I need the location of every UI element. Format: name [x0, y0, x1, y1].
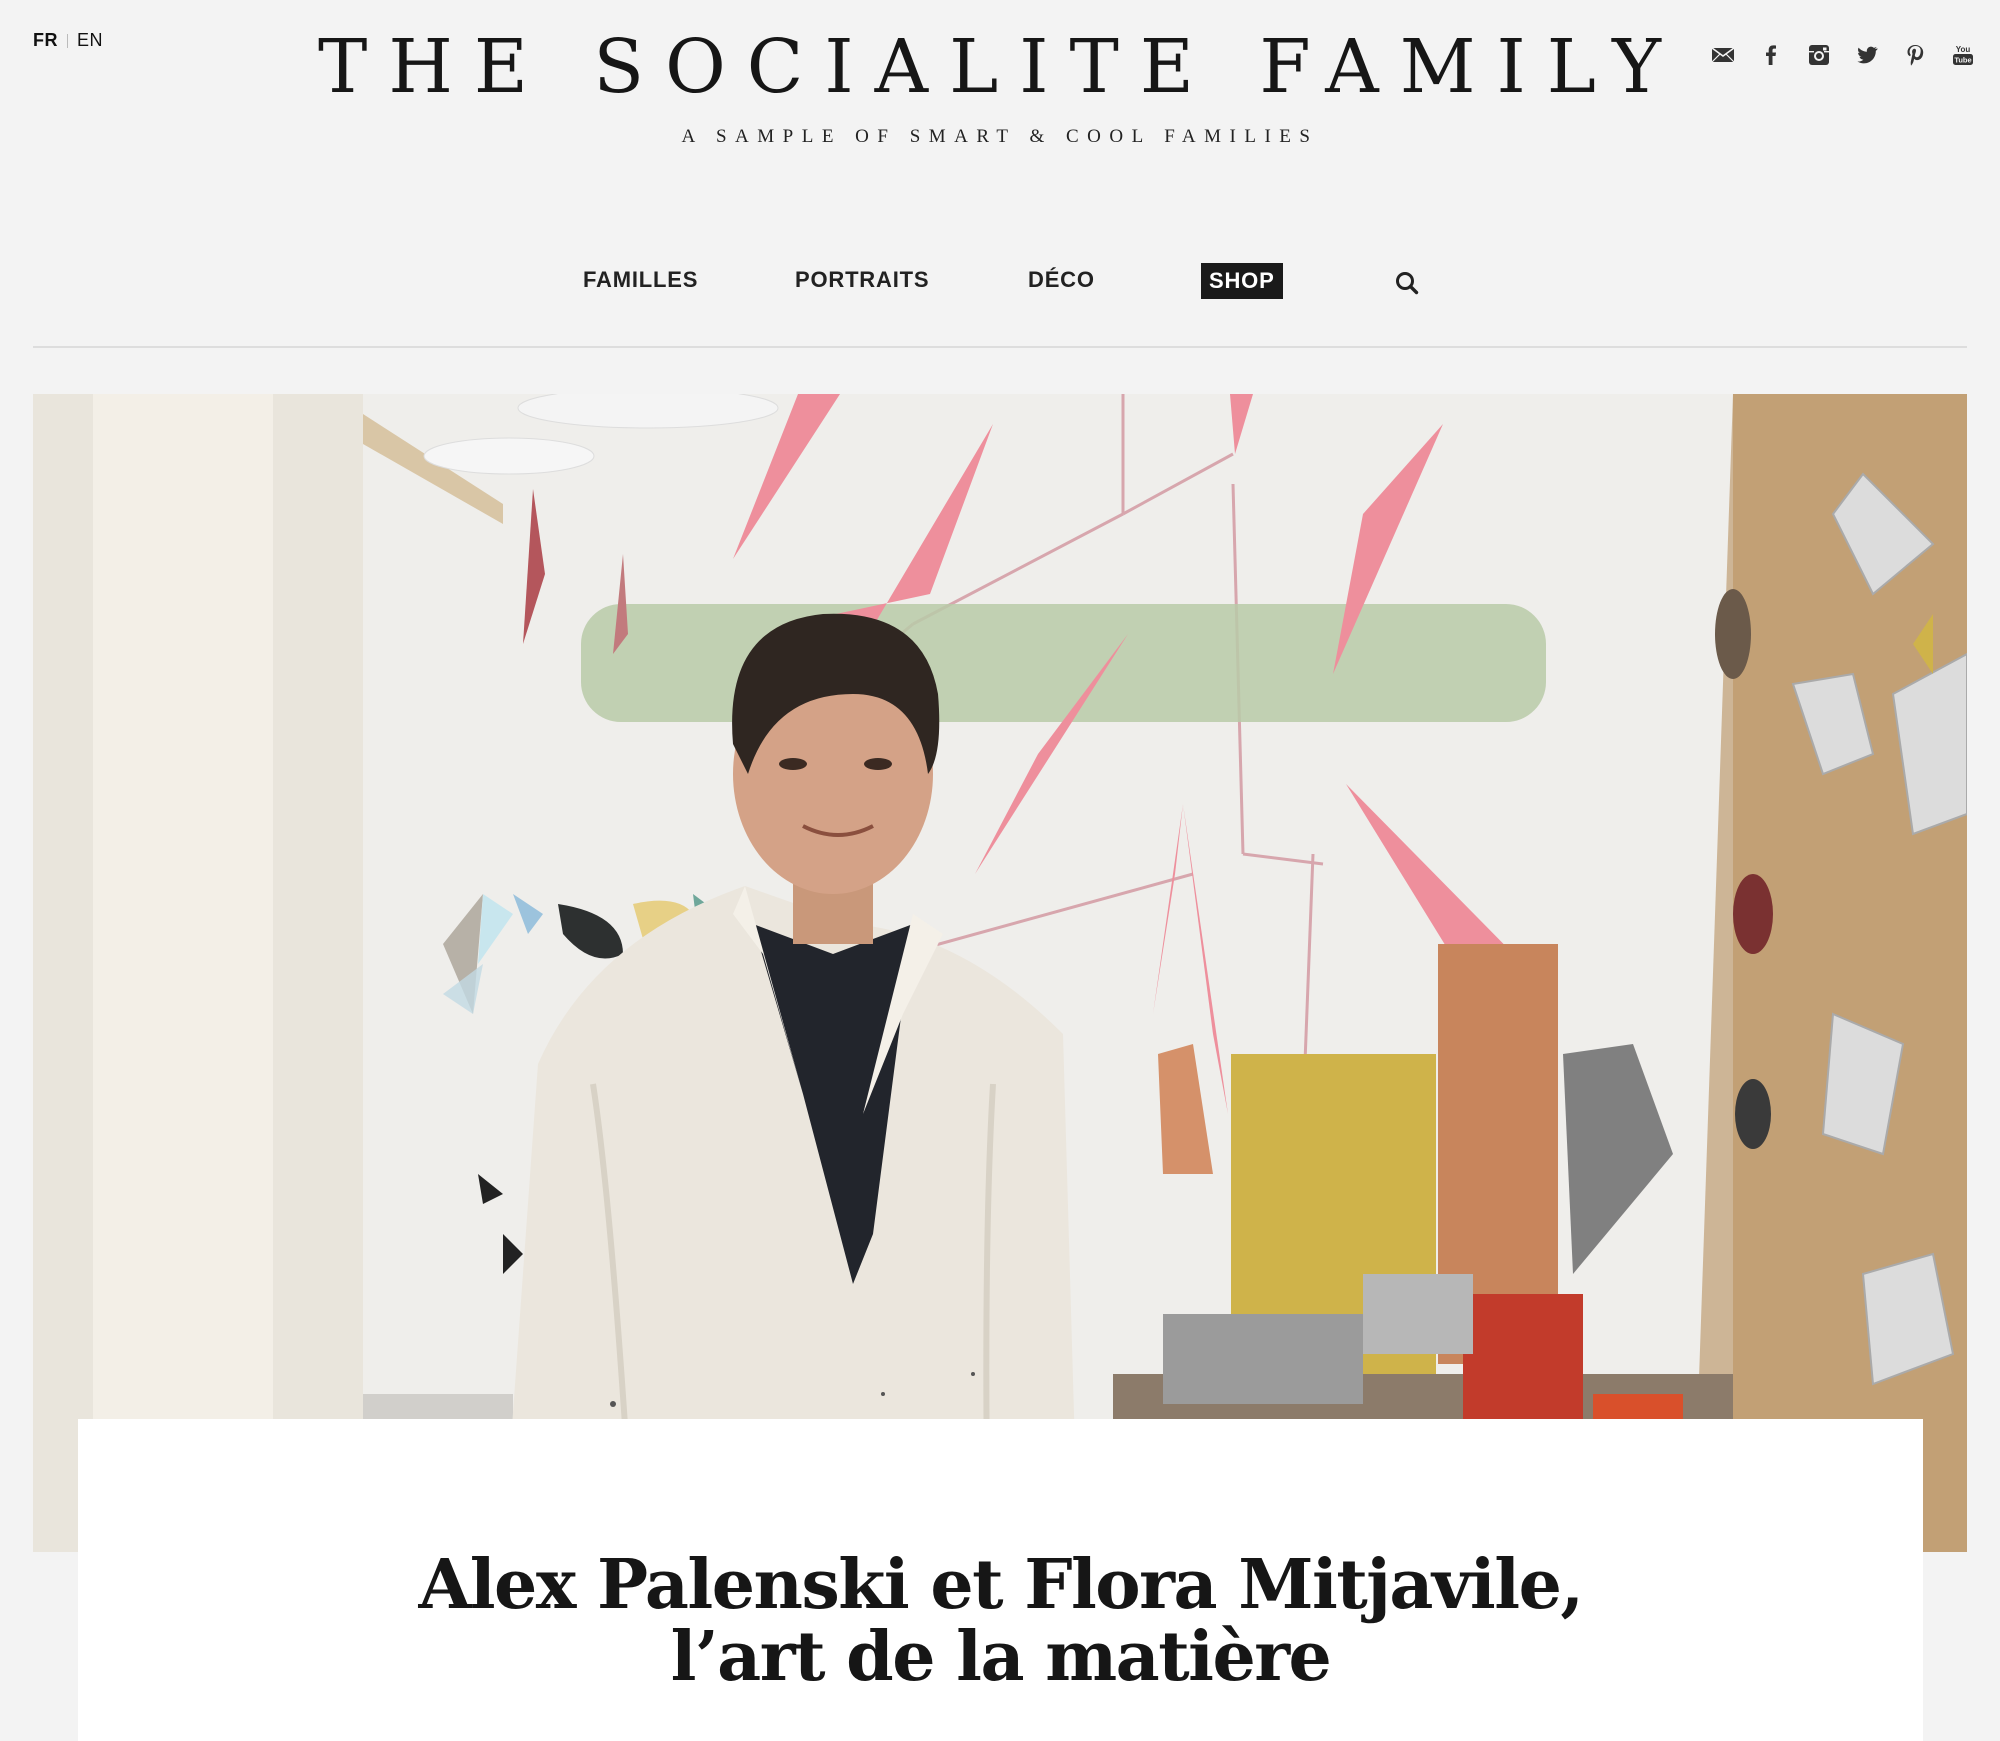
twitter-icon[interactable] [1854, 42, 1880, 68]
nav-shop[interactable]: SHOP [1201, 263, 1283, 299]
instagram-icon[interactable] [1806, 42, 1832, 68]
nav-deco[interactable]: DÉCO [1028, 262, 1095, 298]
svg-text:You: You [1956, 45, 1971, 54]
hero-image[interactable] [33, 394, 1967, 1552]
site-logo[interactable]: THE SOCIALITE FAMILY [0, 22, 2000, 112]
article-title-line-2: l’art de la matière [670, 1617, 1332, 1697]
nav-portraits[interactable]: PORTRAITS [795, 262, 929, 298]
nav-familles[interactable]: FAMILLES [583, 262, 698, 298]
article-title[interactable]: Alex Palenski et Flora Mitjavile, l’art … [78, 1549, 1923, 1693]
svg-text:Tube: Tube [1954, 56, 1971, 65]
facebook-icon[interactable] [1758, 42, 1784, 68]
pinterest-icon[interactable] [1902, 42, 1928, 68]
header-divider [33, 346, 1967, 348]
site-tagline: A SAMPLE OF SMART & COOL FAMILIES [681, 126, 1319, 147]
article-card[interactable]: Alex Palenski et Flora Mitjavile, l’art … [78, 1419, 1923, 1741]
youtube-icon[interactable]: You Tube [1950, 42, 1976, 68]
article-title-line-1: Alex Palenski et Flora Mitjavile, [418, 1545, 1584, 1625]
mail-icon[interactable] [1710, 42, 1736, 68]
portrait-photo [33, 394, 1967, 1552]
social-links: You Tube [1710, 42, 1976, 68]
main-nav: FAMILLES PORTRAITS DÉCO SHOP [0, 262, 2000, 302]
search-icon[interactable] [1394, 270, 1420, 296]
